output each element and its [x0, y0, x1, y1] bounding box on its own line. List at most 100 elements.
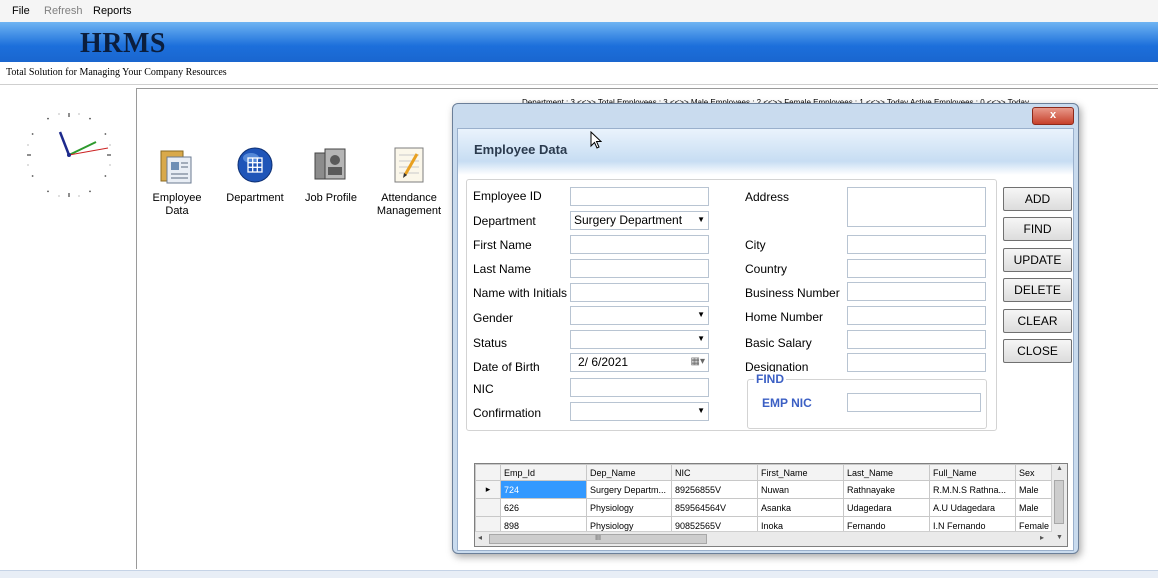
horizontal-scroll-thumb[interactable]: III [489, 534, 707, 544]
launcher-label: Department [226, 192, 284, 204]
grid-vertical-scrollbar[interactable]: ▲ ▼ [1051, 464, 1067, 546]
label-first-name: First Name [473, 238, 532, 252]
table-cell[interactable]: Rathnayake [843, 480, 930, 499]
app-tagline: Total Solution for Managing Your Company… [6, 67, 227, 78]
designation-input[interactable] [847, 353, 986, 372]
menu-refresh[interactable]: Refresh [44, 5, 83, 17]
current-row-indicator[interactable]: ▸ [475, 480, 501, 499]
employee-id-input[interactable] [570, 187, 709, 206]
notepad-icon [394, 147, 424, 183]
delete-button[interactable]: DELETE [1003, 278, 1072, 302]
label-employee-id: Employee ID [473, 189, 542, 203]
column-header[interactable]: NIC [671, 464, 758, 481]
clock-icon [27, 113, 111, 197]
label-department: Department [473, 214, 536, 228]
table-cell[interactable]: 724 [500, 480, 587, 499]
confirmation-select[interactable]: ▼ [570, 402, 709, 421]
nic-input[interactable] [570, 378, 709, 397]
clear-button[interactable]: CLEAR [1003, 309, 1072, 333]
launcher-attendance-management[interactable]: Attendance Management [374, 145, 444, 218]
first-name-input[interactable] [570, 235, 709, 254]
address-input[interactable] [847, 187, 986, 227]
grid-globe-icon [237, 147, 273, 183]
close-button[interactable]: CLOSE [1003, 339, 1072, 363]
employee-data-grid[interactable]: Emp_Id Dep_Name NIC First_Name Last_Name… [474, 463, 1068, 547]
add-button[interactable]: ADD [1003, 187, 1072, 211]
chevron-down-icon: ▼ [697, 310, 705, 319]
table-cell[interactable]: 89256855V [671, 480, 758, 499]
column-header[interactable]: Full_Name [929, 464, 1016, 481]
update-button[interactable]: UPDATE [1003, 248, 1072, 272]
country-input[interactable] [847, 259, 986, 278]
column-header[interactable]: Dep_Name [586, 464, 672, 481]
department-select[interactable]: Surgery Department ▼ [570, 211, 709, 230]
dialog-caption: Employee Data [458, 129, 1073, 175]
scroll-down-icon[interactable]: ▼ [1056, 534, 1063, 541]
label-basic-salary: Basic Salary [745, 336, 812, 350]
gender-select[interactable]: ▼ [570, 306, 709, 325]
grid-header-row: Emp_Id Dep_Name NIC First_Name Last_Name… [475, 464, 1057, 481]
folder-icon [160, 150, 192, 184]
label-city: City [745, 238, 766, 252]
calendar-icon[interactable]: ▦▾ [691, 356, 705, 367]
table-cell[interactable]: Nuwan [757, 480, 844, 499]
last-name-input[interactable] [570, 259, 709, 278]
label-country: Country [745, 262, 788, 276]
label-confirmation: Confirmation [473, 406, 542, 420]
row-header[interactable] [475, 498, 501, 517]
vertical-scroll-thumb[interactable] [1054, 480, 1064, 524]
city-input[interactable] [847, 235, 986, 254]
divider [0, 84, 1158, 85]
table-cell[interactable]: A.U Udagedara [929, 498, 1016, 517]
grid-horizontal-scrollbar[interactable]: ◂ III ▸ [475, 531, 1052, 546]
table-cell[interactable]: Asanka [757, 498, 844, 517]
menu-bar: File Refresh Reports [0, 0, 1158, 22]
emp-nic-search-input[interactable] [847, 393, 981, 412]
launcher-label: Attendance Management [376, 192, 442, 217]
column-header[interactable]: First_Name [757, 464, 844, 481]
dialog-close-button[interactable]: x [1032, 107, 1074, 125]
app-title: HRMS [80, 28, 166, 59]
label-name-with-initials: Name with Initials [473, 286, 568, 300]
label-gender: Gender [473, 311, 514, 325]
label-last-name: Last Name [473, 262, 532, 276]
column-header[interactable]: Emp_Id [500, 464, 587, 481]
table-cell[interactable]: Physiology [586, 498, 672, 517]
table-cell[interactable]: Udagedara [843, 498, 930, 517]
date-of-birth-value: 2/ 6/2021 [578, 355, 629, 369]
label-emp-nic: EMP NIC [762, 396, 812, 410]
label-date-of-birth: Date of Birth [473, 360, 540, 374]
column-header[interactable]: Last_Name [843, 464, 930, 481]
launcher-label: Employee Data [152, 192, 202, 217]
menu-file[interactable]: File [12, 5, 30, 17]
launcher-label: Job Profile [305, 192, 357, 204]
chevron-down-icon: ▼ [697, 406, 705, 415]
dialog-client-area: Employee Data Employee ID Department Fir… [457, 128, 1074, 551]
profile-icon [314, 148, 346, 180]
status-select[interactable]: ▼ [570, 330, 709, 349]
table-cell[interactable]: 626 [500, 498, 587, 517]
launcher-department[interactable]: Department [220, 145, 290, 205]
find-button[interactable]: FIND [1003, 217, 1072, 241]
scroll-up-icon[interactable]: ▲ [1056, 465, 1063, 472]
menu-reports[interactable]: Reports [93, 5, 132, 17]
table-cell[interactable]: R.M.N.S Rathna... [929, 480, 1016, 499]
business-number-input[interactable] [847, 282, 986, 301]
mouse-cursor-icon [590, 131, 602, 149]
name-with-initials-input[interactable] [570, 283, 709, 302]
table-cell[interactable]: 859564564V [671, 498, 758, 517]
basic-salary-input[interactable] [847, 330, 986, 349]
label-status: Status [473, 336, 508, 350]
date-of-birth-picker[interactable]: 2/ 6/2021 ▦▾ [570, 353, 709, 372]
table-row[interactable]: 626 Physiology 859564564V Asanka Udageda… [475, 498, 1057, 517]
scroll-right-icon[interactable]: ▸ [1040, 533, 1044, 542]
label-business-number: Business Number [745, 286, 840, 300]
table-cell[interactable]: Surgery Departm... [586, 480, 672, 499]
home-number-input[interactable] [847, 306, 986, 325]
chevron-down-icon: ▼ [697, 334, 705, 343]
table-row[interactable]: ▸ 724 Surgery Departm... 89256855V Nuwan… [475, 480, 1057, 499]
launcher-employee-data[interactable]: Employee Data [140, 145, 214, 218]
launcher-job-profile[interactable]: Job Profile [300, 145, 362, 205]
department-select-value: Surgery Department [574, 213, 683, 227]
scroll-left-icon[interactable]: ◂ [478, 533, 482, 542]
